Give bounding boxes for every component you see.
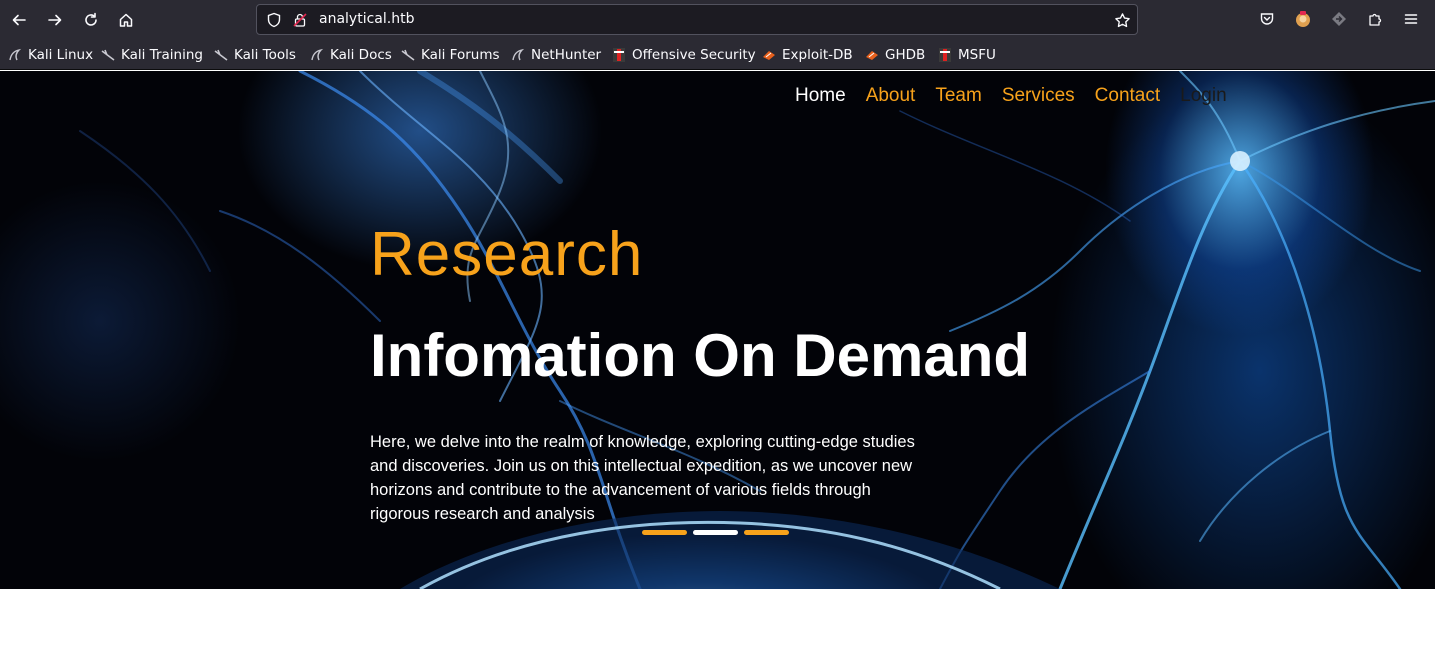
forward-button[interactable]: [41, 6, 69, 34]
url-bar[interactable]: analytical.htb: [256, 4, 1138, 35]
extension-button[interactable]: [1328, 8, 1350, 30]
bookmark-ghdb[interactable]: GHDB: [865, 45, 925, 65]
kali-dragon-icon: [512, 48, 525, 61]
kali-dragon-icon: [214, 49, 228, 61]
hamburger-icon: [1404, 14, 1418, 24]
avatar-icon: [1296, 11, 1310, 27]
bookmark-kali-tools[interactable]: Kali Tools: [214, 45, 296, 65]
nav-login[interactable]: Login: [1180, 85, 1227, 107]
arrow-left-icon: [12, 14, 26, 26]
exploitdb-icon: [763, 51, 775, 60]
extensions-button[interactable]: [1364, 8, 1386, 30]
home-icon: [119, 13, 133, 27]
hero-headline: Infomation On Demand: [370, 322, 1030, 389]
bookmark-kali-docs[interactable]: Kali Docs: [310, 45, 392, 65]
account-button[interactable]: [1292, 8, 1314, 30]
arrow-right-icon: [48, 14, 62, 26]
insecure-lock-icon[interactable]: [291, 11, 309, 29]
kali-dragon-icon: [101, 49, 115, 61]
carousel-indicator[interactable]: [744, 530, 789, 535]
hero-kicker: Research: [370, 220, 644, 289]
reload-icon: [85, 12, 97, 26]
bookmark-label: MSFU: [958, 47, 996, 63]
bookmark-label: GHDB: [885, 47, 926, 63]
main-navigation: Home About Team Services Contact Login: [795, 85, 1227, 107]
nav-contact[interactable]: Contact: [1095, 85, 1160, 107]
carousel-indicators: [642, 530, 789, 535]
nav-team[interactable]: Team: [935, 85, 981, 107]
bookmark-label: Kali Linux: [28, 47, 94, 63]
reload-button[interactable]: [77, 6, 105, 34]
bookmark-label: Kali Training: [121, 47, 203, 63]
url-text[interactable]: analytical.htb: [319, 11, 414, 27]
bookmark-label: Exploit-DB: [782, 47, 853, 63]
carousel-indicator[interactable]: [642, 530, 687, 535]
pocket-button[interactable]: [1256, 8, 1278, 30]
bookmark-star-icon[interactable]: [1113, 11, 1131, 29]
kali-dragon-icon: [401, 49, 415, 61]
carousel-indicator-active[interactable]: [693, 530, 738, 535]
nav-home[interactable]: Home: [795, 85, 846, 107]
nav-about[interactable]: About: [866, 85, 916, 107]
nav-services[interactable]: Services: [1002, 85, 1075, 107]
kali-dragon-icon: [9, 48, 22, 61]
back-button[interactable]: [5, 6, 33, 34]
bookmark-exploit-db[interactable]: Exploit-DB: [762, 45, 853, 65]
kali-dragon-icon: [311, 48, 324, 61]
hero-description: Here, we delve into the realm of knowled…: [370, 433, 915, 523]
hero-section: Home About Team Services Contact Login R…: [0, 71, 1435, 589]
shield-icon[interactable]: [265, 11, 283, 29]
browser-toolbar: analytical.htb: [0, 0, 1435, 40]
bookmark-label: Kali Forums: [421, 47, 500, 63]
puzzle-icon: [1369, 13, 1382, 26]
offsec-icon: [939, 48, 951, 62]
bookmark-label: Kali Docs: [330, 47, 392, 63]
bookmark-kali-linux[interactable]: Kali Linux: [8, 45, 93, 65]
bookmark-kali-training[interactable]: Kali Training: [101, 45, 203, 65]
exploitdb-icon: [866, 51, 878, 60]
bookmark-msfu[interactable]: MSFU: [938, 45, 996, 65]
bookmark-kali-forums[interactable]: Kali Forums: [401, 45, 500, 65]
menu-button[interactable]: [1400, 8, 1422, 30]
bookmark-nethunter[interactable]: NetHunter: [511, 45, 601, 65]
pocket-icon: [1260, 13, 1274, 25]
offsec-icon: [613, 48, 625, 62]
bookmark-offensive-security[interactable]: Offensive Security: [612, 45, 756, 65]
home-button[interactable]: [112, 6, 140, 34]
diamond-arrow-icon: [1332, 12, 1346, 26]
bookmark-label: Offensive Security: [632, 47, 756, 63]
bookmarks-toolbar: Kali Linux Kali Training Kali Tools Kali…: [0, 40, 1435, 70]
bookmark-label: NetHunter: [531, 47, 602, 63]
bookmark-label: Kali Tools: [234, 47, 296, 63]
